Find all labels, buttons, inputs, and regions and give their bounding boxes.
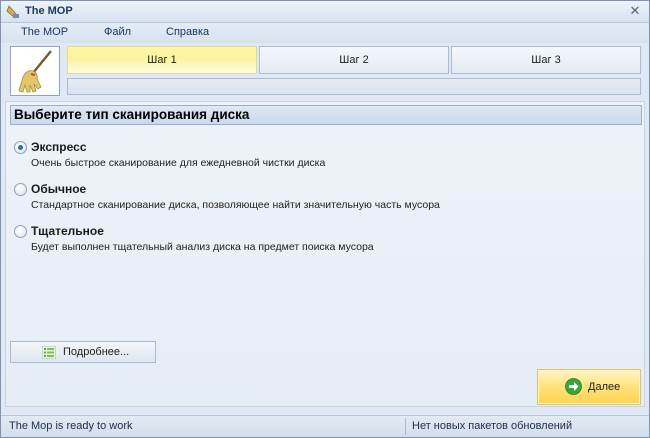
option-description: Стандартное сканирование диска, позволяю… — [31, 199, 440, 211]
option-description: Будет выполнен тщательный анализ диска н… — [31, 241, 374, 253]
close-icon[interactable]: ✕ — [627, 4, 643, 20]
status-bar: The Mop is ready to work Нет новых пакет… — [1, 415, 649, 437]
app-logo — [10, 46, 60, 96]
arrow-right-icon — [565, 378, 582, 395]
menu-item-file[interactable]: Файл — [104, 26, 131, 38]
window-title: The MOP — [25, 5, 73, 17]
list-icon — [42, 346, 56, 359]
main-window: The MOP ✕ The MOP Файл Справка Шаг 1 Шаг… — [0, 0, 650, 438]
status-text: The Mop is ready to work — [9, 420, 133, 432]
option-title: Экспресс — [31, 140, 87, 154]
next-button-label: Далее — [588, 381, 621, 393]
next-button[interactable]: Далее — [537, 369, 641, 405]
tab-step-3[interactable]: Шаг 3 — [451, 46, 641, 74]
title-bar[interactable]: The MOP ✕ — [1, 1, 649, 23]
details-button-label: Подробнее... — [63, 346, 130, 358]
section-title: Выберите тип сканирования диска — [10, 105, 642, 125]
radio-normal[interactable] — [14, 183, 27, 196]
option-description: Очень быстрое сканирование для ежедневно… — [31, 157, 326, 169]
menu-item-help[interactable]: Справка — [166, 26, 209, 38]
menu-item-the-mop[interactable]: The MOP — [21, 26, 68, 38]
radio-thorough[interactable] — [14, 225, 27, 238]
details-button[interactable]: Подробнее... — [10, 341, 156, 363]
option-title: Тщательное — [31, 224, 104, 238]
menu-bar: The MOP Файл Справка — [1, 23, 649, 43]
mop-icon — [6, 5, 19, 19]
progress-bar — [67, 78, 641, 95]
tab-step-2[interactable]: Шаг 2 — [259, 46, 449, 74]
radio-express[interactable] — [14, 141, 27, 154]
tab-step-1[interactable]: Шаг 1 — [67, 46, 257, 74]
update-status-text: Нет новых пакетов обновлений — [412, 420, 573, 432]
option-title: Обычное — [31, 182, 87, 196]
mop-logo-icon — [18, 50, 52, 93]
status-separator — [405, 418, 406, 435]
